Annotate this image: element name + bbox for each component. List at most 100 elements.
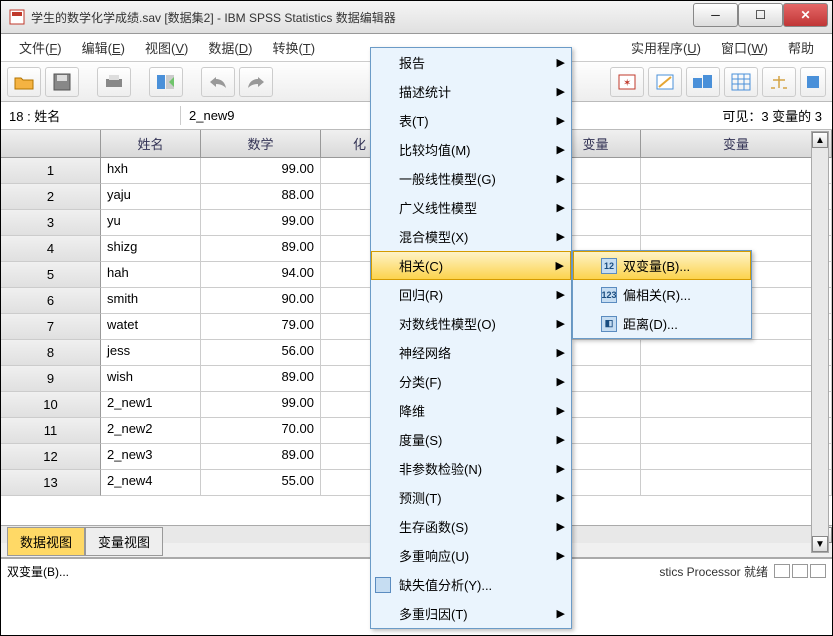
save-button[interactable] [45, 67, 79, 97]
row-number[interactable]: 11 [1, 418, 101, 444]
cell-name[interactable]: yaju [101, 184, 201, 210]
maximize-button[interactable]: ☐ [738, 3, 783, 27]
scroll-up-arrow[interactable]: ▲ [812, 132, 828, 148]
menu-edit[interactable]: 编辑(E) [72, 34, 135, 61]
cell-blank[interactable] [321, 184, 371, 210]
row-number[interactable]: 9 [1, 366, 101, 392]
col-header-math[interactable]: 数学 [201, 130, 321, 158]
cell-blank[interactable] [321, 340, 371, 366]
menu-window[interactable]: 窗口(W) [711, 34, 778, 61]
cell-var[interactable] [641, 470, 832, 496]
cell-math[interactable]: 79.00 [201, 314, 321, 340]
undo-button[interactable] [201, 67, 235, 97]
menu-item[interactable]: 相关(C)▶ [371, 251, 571, 280]
menu-item[interactable]: 对数线性模型(O)▶ [371, 309, 571, 338]
cell-math[interactable]: 55.00 [201, 470, 321, 496]
cell-name[interactable]: wish [101, 366, 201, 392]
print-button[interactable] [97, 67, 131, 97]
menu-item[interactable]: 混合模型(X)▶ [371, 222, 571, 251]
row-number[interactable]: 10 [1, 392, 101, 418]
grid-button[interactable] [724, 67, 758, 97]
select-cases-button[interactable]: ✶ [610, 67, 644, 97]
tab-variable-view[interactable]: 变量视图 [85, 527, 163, 556]
menu-item[interactable]: 一般线性模型(G)▶ [371, 164, 571, 193]
menu-help[interactable]: 帮助 [778, 34, 824, 61]
menu-item[interactable]: 分类(F)▶ [371, 367, 571, 396]
cell-name[interactable]: watet [101, 314, 201, 340]
cell-name[interactable]: shizg [101, 236, 201, 262]
cell-blank[interactable] [321, 418, 371, 444]
row-number[interactable]: 7 [1, 314, 101, 340]
minimize-button[interactable]: ─ [693, 3, 738, 27]
col-header-var4[interactable]: 变量 [641, 130, 832, 158]
cell-blank[interactable] [321, 262, 371, 288]
row-number[interactable]: 4 [1, 236, 101, 262]
cell-var[interactable] [641, 158, 832, 184]
row-number[interactable]: 12 [1, 444, 101, 470]
cell-math[interactable]: 99.00 [201, 158, 321, 184]
row-number[interactable]: 13 [1, 470, 101, 496]
cell-blank[interactable] [321, 236, 371, 262]
redo-button[interactable] [239, 67, 273, 97]
cell-name[interactable]: 2_new2 [101, 418, 201, 444]
menu-item[interactable]: 多重响应(U)▶ [371, 541, 571, 570]
value-labels-button[interactable] [686, 67, 720, 97]
cell-math[interactable]: 94.00 [201, 262, 321, 288]
cell-math[interactable]: 89.00 [201, 444, 321, 470]
recall-button[interactable] [149, 67, 183, 97]
cell-math[interactable]: 99.00 [201, 392, 321, 418]
cell-var[interactable] [641, 366, 832, 392]
cell-var[interactable] [641, 340, 832, 366]
cell-blank[interactable] [321, 288, 371, 314]
weight-button[interactable] [648, 67, 682, 97]
cell-blank[interactable] [321, 444, 371, 470]
menu-item[interactable]: 表(T)▶ [371, 106, 571, 135]
row-number[interactable]: 2 [1, 184, 101, 210]
menu-transform[interactable]: 转换(T) [262, 34, 325, 61]
submenu-item[interactable]: ◧距离(D)... [573, 309, 751, 338]
cell-blank[interactable] [321, 210, 371, 236]
menu-item[interactable]: 非参数检验(N)▶ [371, 454, 571, 483]
cell-blank[interactable] [321, 158, 371, 184]
cell-name[interactable]: 2_new4 [101, 470, 201, 496]
menu-item[interactable]: 报告▶ [371, 48, 571, 77]
row-number[interactable]: 5 [1, 262, 101, 288]
row-number[interactable]: 6 [1, 288, 101, 314]
cell-math[interactable]: 88.00 [201, 184, 321, 210]
cell-name[interactable]: jess [101, 340, 201, 366]
cell-var[interactable] [641, 392, 832, 418]
vertical-scrollbar[interactable]: ▲ ▼ [811, 131, 829, 553]
cell-math[interactable]: 99.00 [201, 210, 321, 236]
menu-item[interactable]: 神经网络▶ [371, 338, 571, 367]
menu-item[interactable]: 回归(R)▶ [371, 280, 571, 309]
cell-math[interactable]: 70.00 [201, 418, 321, 444]
menu-data[interactable]: 数据(D) [198, 34, 262, 61]
menu-view[interactable]: 视图(V) [135, 34, 198, 61]
menu-item[interactable]: 描述统计▶ [371, 77, 571, 106]
menu-item[interactable]: 降维▶ [371, 396, 571, 425]
open-button[interactable] [7, 67, 41, 97]
close-button[interactable]: ✕ [783, 3, 828, 27]
menu-item[interactable]: 多重归因(T)▶ [371, 599, 571, 628]
menu-file[interactable]: 文件(F) [9, 34, 72, 61]
cell-var[interactable] [641, 184, 832, 210]
menu-item[interactable]: 缺失值分析(Y)... [371, 570, 571, 599]
cell-name[interactable]: hxh [101, 158, 201, 184]
scale-button[interactable] [762, 67, 796, 97]
more-button[interactable] [800, 67, 826, 97]
cell-name[interactable]: 2_new1 [101, 392, 201, 418]
cell-blank[interactable] [321, 470, 371, 496]
cell-name[interactable]: yu [101, 210, 201, 236]
row-number[interactable]: 8 [1, 340, 101, 366]
row-number[interactable]: 1 [1, 158, 101, 184]
cell-math[interactable]: 89.00 [201, 366, 321, 392]
submenu-item[interactable]: 123偏相关(R)... [573, 280, 751, 309]
cell-math[interactable]: 90.00 [201, 288, 321, 314]
col-header-partial[interactable]: 化 [321, 130, 371, 158]
submenu-item[interactable]: 12双变量(B)... [573, 251, 751, 280]
menu-utilities[interactable]: 实用程序(U) [621, 34, 711, 61]
cell-var[interactable] [641, 444, 832, 470]
cell-math[interactable]: 89.00 [201, 236, 321, 262]
scroll-down-arrow[interactable]: ▼ [812, 536, 828, 552]
menu-item[interactable]: 预测(T)▶ [371, 483, 571, 512]
